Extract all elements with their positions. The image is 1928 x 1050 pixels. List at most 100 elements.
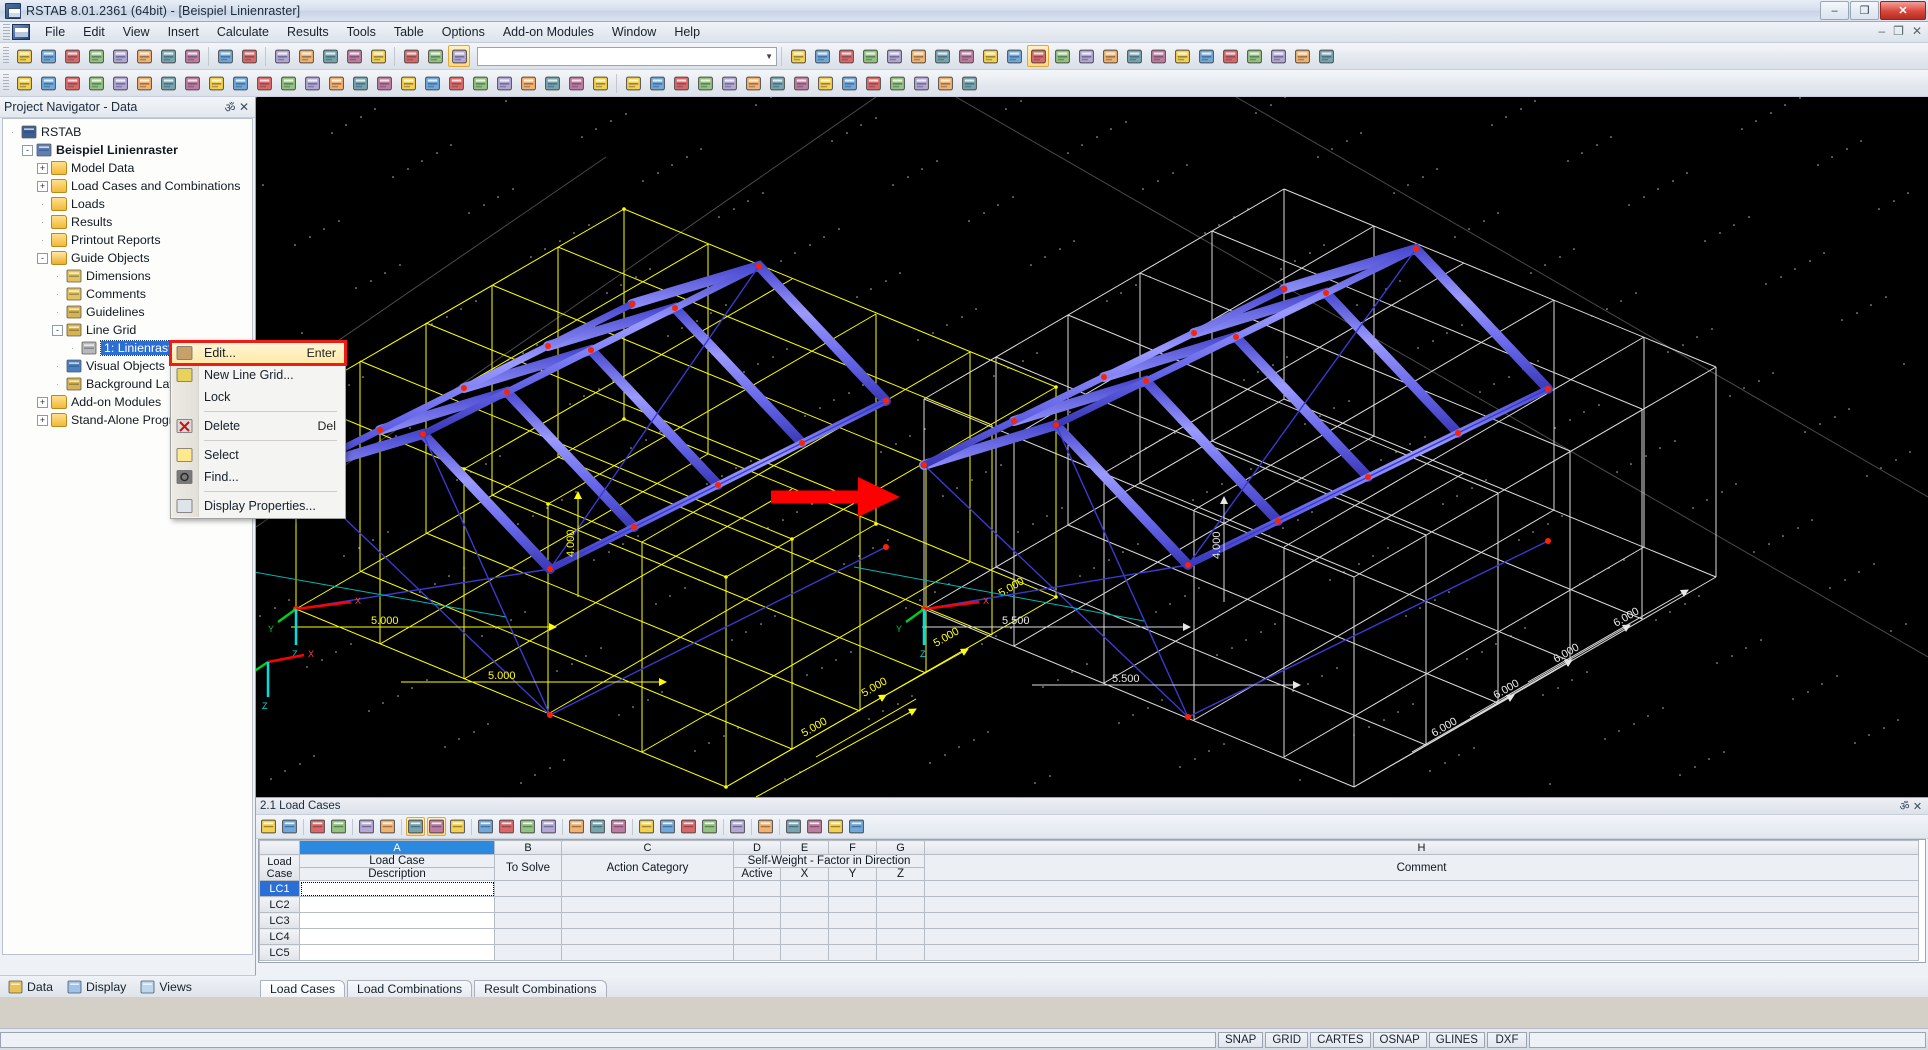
delete-row-button[interactable] — [329, 817, 348, 836]
minimize-button[interactable]: – — [1820, 1, 1849, 20]
printout-report-button[interactable] — [958, 72, 980, 94]
Mt-button[interactable] — [766, 72, 788, 94]
cell-x[interactable] — [780, 912, 829, 929]
view-minus-x-button[interactable] — [541, 72, 563, 94]
remove-cell-button[interactable] — [609, 817, 628, 836]
new-file-button[interactable] — [13, 45, 35, 67]
deform-button[interactable] — [622, 72, 644, 94]
mdi-close-button[interactable]: ✕ — [1912, 24, 1922, 38]
dimension-xx-button[interactable] — [277, 72, 299, 94]
prev-table-button[interactable] — [357, 817, 376, 836]
column-header-B[interactable]: B — [494, 840, 562, 855]
print-button[interactable] — [157, 45, 179, 67]
rows-button[interactable] — [658, 817, 677, 836]
cell-z[interactable] — [876, 880, 925, 897]
menu-item-results[interactable]: Results — [278, 23, 338, 41]
cell-z[interactable] — [876, 928, 925, 945]
mdi-restore-button[interactable]: ❐ — [1893, 24, 1904, 38]
table-pin-icon[interactable]: ॐ — [1898, 799, 1911, 814]
restore-button[interactable]: ❐ — [1850, 1, 1879, 20]
new-support-button[interactable] — [109, 72, 131, 94]
column-header-C[interactable]: C — [561, 840, 734, 855]
cell-z[interactable] — [876, 912, 925, 929]
cell-to-solve[interactable] — [494, 944, 562, 961]
row-header[interactable]: LC1 — [259, 880, 300, 897]
redo-button[interactable] — [427, 817, 446, 836]
cell-action-category[interactable] — [561, 896, 734, 913]
toolbar-grip[interactable] — [3, 47, 9, 65]
zoom-in-button[interactable] — [373, 72, 395, 94]
table-tab-load-combinations[interactable]: Load Combinations — [347, 980, 473, 997]
context-menu-item-delete[interactable]: Delete Del — [171, 415, 345, 437]
column-header-H[interactable]: H — [924, 840, 1919, 855]
zoom-point-button[interactable] — [835, 45, 857, 67]
cell-active[interactable] — [733, 912, 781, 929]
cell-active[interactable] — [733, 928, 781, 945]
cell-action-category[interactable] — [561, 912, 734, 929]
cell-to-solve[interactable] — [494, 896, 562, 913]
context-menu-item-lock[interactable]: Lock — [171, 386, 345, 408]
zoom-value-button[interactable] — [859, 45, 881, 67]
shade-button[interactable] — [565, 72, 587, 94]
grid-settings-button[interactable] — [1027, 45, 1049, 67]
edit-table-button[interactable] — [280, 817, 299, 836]
render-button[interactable] — [349, 72, 371, 94]
collapse-icon[interactable]: - — [37, 252, 48, 264]
select-window-button[interactable] — [343, 45, 365, 67]
undo-button[interactable] — [214, 45, 236, 67]
new-node-button[interactable] — [13, 72, 35, 94]
clear-button[interactable] — [539, 817, 558, 836]
context-menu-item-select[interactable]: Select — [171, 444, 345, 466]
context-menu-item-new-line-grid[interactable]: New Line Grid... — [171, 364, 345, 386]
column-header-F[interactable]: F — [828, 840, 877, 855]
cell-y[interactable] — [828, 896, 877, 913]
cell-description[interactable] — [299, 944, 495, 961]
new-hinge-button[interactable] — [133, 72, 155, 94]
context-menu-item-find[interactable]: Find... — [171, 466, 345, 488]
status-toggle-grid[interactable]: GRID — [1265, 1031, 1309, 1048]
cell-comment[interactable] — [924, 896, 1919, 913]
table-tab-load-cases[interactable]: Load Cases — [260, 980, 346, 997]
mirror-axis-button[interactable] — [1195, 45, 1217, 67]
tree-item-model-data[interactable]: + Model Data — [7, 159, 252, 177]
pan-button[interactable] — [931, 45, 953, 67]
delete-cell-button[interactable] — [567, 817, 586, 836]
menu-item-add-on-modules[interactable]: Add-on Modules — [494, 23, 603, 41]
prev-button[interactable] — [787, 45, 809, 67]
cell-description[interactable] — [299, 928, 495, 945]
free-load-button[interactable] — [229, 72, 251, 94]
select-circle-button[interactable] — [319, 45, 341, 67]
cell-z[interactable] — [876, 944, 925, 961]
cell-comment[interactable] — [924, 912, 1919, 929]
status-toggle-snap[interactable]: SNAP — [1218, 1031, 1264, 1048]
node-load-button[interactable] — [157, 72, 179, 94]
guideline-button[interactable] — [325, 72, 347, 94]
pz-button[interactable] — [862, 72, 884, 94]
close-icon[interactable]: ✕ — [237, 100, 251, 114]
load-cases-grid[interactable]: A B C D E F G H Load Case Load Case To Solve Action … — [258, 839, 1926, 963]
column-header-G[interactable]: G — [876, 840, 925, 855]
tools-button[interactable] — [1315, 45, 1337, 67]
column-header-A[interactable]: A — [299, 840, 495, 855]
tree-item-dimensions[interactable]: · Dimensions — [7, 267, 252, 285]
menu-item-window[interactable]: Window — [603, 23, 665, 41]
edit-cells-button[interactable] — [679, 817, 698, 836]
workplane-xz-button[interactable] — [1075, 45, 1097, 67]
zoom-out-button[interactable] — [397, 72, 419, 94]
tree-item-rstab[interactable]: · RSTAB — [7, 123, 252, 141]
box-button[interactable] — [421, 72, 443, 94]
model-viewport-3d[interactable]: 5.000 5.000 5.000 5.000 5.000 5.000 4.00… — [256, 97, 1928, 797]
expand-icon[interactable]: + — [37, 414, 48, 426]
tree-item-comments[interactable]: · Comments — [7, 285, 252, 303]
menu-item-help[interactable]: Help — [665, 23, 709, 41]
printout-button[interactable] — [955, 45, 977, 67]
status-toggle-glines[interactable]: GLINES — [1428, 1031, 1485, 1048]
expand-icon[interactable]: + — [37, 396, 48, 408]
workplane-xy-button[interactable] — [1051, 45, 1073, 67]
cell-comment[interactable] — [924, 928, 1919, 945]
column-header-E[interactable]: E — [780, 840, 829, 855]
node-snap-button[interactable] — [1171, 45, 1193, 67]
menu-item-table[interactable]: Table — [385, 23, 433, 41]
select-by-button[interactable] — [295, 45, 317, 67]
view-x-button[interactable] — [469, 72, 491, 94]
